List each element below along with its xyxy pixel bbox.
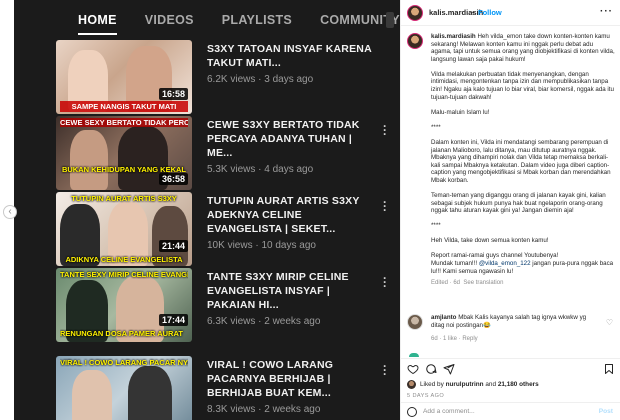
- caption-paragraph: Malu-maluin Islam lu!: [431, 108, 490, 116]
- video-meta: 8.3K views · 2 weeks ago: [207, 404, 321, 415]
- post-header: kalis.mardiasih • Follow ···: [401, 0, 620, 26]
- heart-icon[interactable]: [407, 363, 419, 375]
- video-meta: 5.3K views · 4 days ago: [207, 164, 314, 175]
- instagram-post-view: HOME VIDEOS PLAYLISTS COMMUNITY SAMPE NA…: [0, 0, 620, 420]
- video-item[interactable]: VIRAL ! COWO LARANG PACAR NYA BERHIJAB V…: [56, 356, 396, 420]
- video-thumbnail[interactable]: TANTE SEXY MIRIP CELINE EVANGELISTA INSY…: [56, 268, 192, 342]
- likes-summary[interactable]: Liked by nurulputrinn and 21,180 others: [407, 380, 617, 389]
- thumbnail-caption: ADIKNYA CELINE EVANGELISTA: [65, 255, 183, 264]
- kebab-icon[interactable]: · · ·: [382, 196, 388, 216]
- comment-author[interactable]: amjlanto: [431, 314, 456, 321]
- more-icon[interactable]: ···: [600, 6, 613, 17]
- laughing-emoji-icon: 😂: [482, 321, 491, 329]
- video-thumbnail[interactable]: VIRAL ! COWO LARANG PACAR NYA BERHIJAB: [56, 356, 192, 420]
- kebab-icon[interactable]: · · ·: [382, 272, 388, 292]
- video-item[interactable]: TANTE SEXY MIRIP CELINE EVANGELISTA INSY…: [56, 268, 396, 342]
- caption-paragraph: Vilda melakukan perbuatan tidak menyenan…: [431, 70, 614, 101]
- video-title[interactable]: VIRAL ! COWO LARANG PACARNYA BERHIJAB | …: [207, 358, 377, 400]
- chevron-left-icon[interactable]: ‹: [3, 205, 17, 219]
- emoji-icon[interactable]: [407, 407, 417, 417]
- caption-meta: Edited · 6d See translation: [431, 279, 504, 286]
- tabs-overflow[interactable]: [386, 12, 394, 28]
- video-title[interactable]: TANTE S3XY MIRIP CELINE EVANGELISTA INSY…: [207, 270, 377, 312]
- comment-icon[interactable]: [425, 363, 437, 375]
- video-title[interactable]: CEWE S3XY BERTATO TIDAK PERCAYA ADANYA T…: [207, 118, 377, 160]
- caption-author[interactable]: kalis.mardiasih: [431, 33, 476, 40]
- thumbnail-figure: [72, 370, 112, 420]
- video-meta: 6.3K views · 2 weeks ago: [207, 316, 321, 327]
- bookmark-icon[interactable]: [603, 363, 615, 375]
- post-caption: kalis.mardiasih Heh vilda_emon take down…: [401, 30, 620, 308]
- youtube-channel-tabs: HOME VIDEOS PLAYLISTS COMMUNITY: [14, 0, 400, 40]
- post-details-panel: kalis.mardiasih • Follow ··· kalis.mardi…: [400, 0, 620, 420]
- video-meta: 10K views · 10 days ago: [207, 240, 316, 251]
- avatar[interactable]: [407, 314, 423, 330]
- share-icon[interactable]: [443, 363, 455, 375]
- post-author[interactable]: kalis.mardiasih: [429, 8, 483, 17]
- avatar[interactable]: [409, 353, 419, 357]
- comment-item: amjlanto Mbak Kalis kayanya salah tag ig…: [401, 312, 620, 348]
- thumbnail-caption: SAMPE NANGIS TAKUT MATI: [60, 101, 188, 112]
- caption-paragraph: Dalam konten ini, Vilda ini mendatangi s…: [431, 138, 611, 184]
- post-comment-button[interactable]: Post: [599, 408, 613, 415]
- tab-videos[interactable]: VIDEOS: [145, 3, 194, 37]
- comment-text: amjlanto Mbak Kalis kayanya salah tag ig…: [431, 314, 587, 329]
- video-title[interactable]: TUTUPIN AURAT ARTIS S3XY ADEKNYA CELINE …: [207, 194, 377, 236]
- avatar[interactable]: [407, 33, 423, 49]
- thumbnail-caption: RENUNGAN DOSA PAMER AURAT: [60, 329, 183, 338]
- heart-icon[interactable]: ♡: [606, 318, 613, 327]
- caption-paragraph: ****: [431, 222, 441, 230]
- video-thumbnail[interactable]: CEWE SEXY BERTATO TIDAK PERCAYA ADANYA T…: [56, 116, 192, 190]
- thumbnail-figure: [128, 366, 172, 420]
- video-duration: 21:44: [158, 240, 188, 252]
- avatar[interactable]: [407, 5, 423, 21]
- comment-meta[interactable]: 6d · 1 like · Reply: [431, 336, 478, 342]
- thumbnail-caption: TUTUPIN AURAT ARTIS S3XY: [71, 194, 177, 203]
- video-thumbnail[interactable]: SAMPE NANGIS TAKUT MATI 16:58: [56, 40, 192, 114]
- video-duration: 36:58: [158, 173, 188, 185]
- follow-button[interactable]: Follow: [478, 8, 502, 17]
- video-item[interactable]: SAMPE NANGIS TAKUT MATI 16:58 S3XY TATOA…: [56, 40, 396, 114]
- post-media: HOME VIDEOS PLAYLISTS COMMUNITY SAMPE NA…: [14, 0, 400, 420]
- thumbnail-caption: TANTE SEXY MIRIP CELINE EVANGELISTA INSY…: [60, 270, 188, 279]
- caption-paragraph: Heh Vilda, take down semua konten kamu!: [431, 237, 549, 245]
- caption-text: kalis.mardiasih Heh vilda_emon take down…: [431, 33, 615, 286]
- thumbnail-caption: CEWE SEXY BERTATO TIDAK PERCAYA ADANYA T…: [60, 118, 188, 127]
- comment-composer: Add a comment... Post: [401, 402, 620, 420]
- separator-dot: •: [472, 8, 475, 17]
- video-duration: 17:44: [158, 314, 188, 326]
- video-item[interactable]: TUTUPIN AURAT ARTIS S3XY ADIKNYA CELINE …: [56, 192, 396, 266]
- video-meta: 6.2K views · 3 days ago: [207, 74, 314, 85]
- comment-input[interactable]: Add a comment...: [423, 408, 475, 415]
- video-item[interactable]: CEWE SEXY BERTATO TIDAK PERCAYA ADANYA T…: [56, 116, 396, 190]
- thumbnail-figure: [70, 130, 108, 190]
- video-title[interactable]: S3XY TATOAN INSYAF KARENA TAKUT MATI...: [207, 42, 377, 70]
- tab-home[interactable]: HOME: [78, 3, 117, 37]
- caption-paragraph: ****: [431, 123, 441, 131]
- post-date: 5 DAYS AGO: [407, 393, 445, 399]
- tab-playlists[interactable]: PLAYLISTS: [222, 3, 292, 37]
- kebab-icon[interactable]: · · ·: [382, 120, 388, 140]
- caption-paragraph: Teman-teman yang diganggu orang di jalan…: [431, 192, 606, 215]
- video-thumbnail[interactable]: TUTUPIN AURAT ARTIS S3XY ADIKNYA CELINE …: [56, 192, 192, 266]
- caption-paragraph: Report ramai-ramai guys channel Youtuben…: [431, 252, 614, 275]
- kebab-icon[interactable]: · · ·: [382, 360, 388, 380]
- video-duration: 16:58: [158, 88, 188, 100]
- avatar: [407, 380, 416, 389]
- mention-link[interactable]: @vilda_emon_122: [479, 260, 531, 267]
- thumbnail-caption: VIRAL ! COWO LARANG PACAR NYA BERHIJAB: [60, 358, 188, 367]
- post-actions: [401, 358, 620, 376]
- see-translation-link[interactable]: See translation: [463, 280, 503, 286]
